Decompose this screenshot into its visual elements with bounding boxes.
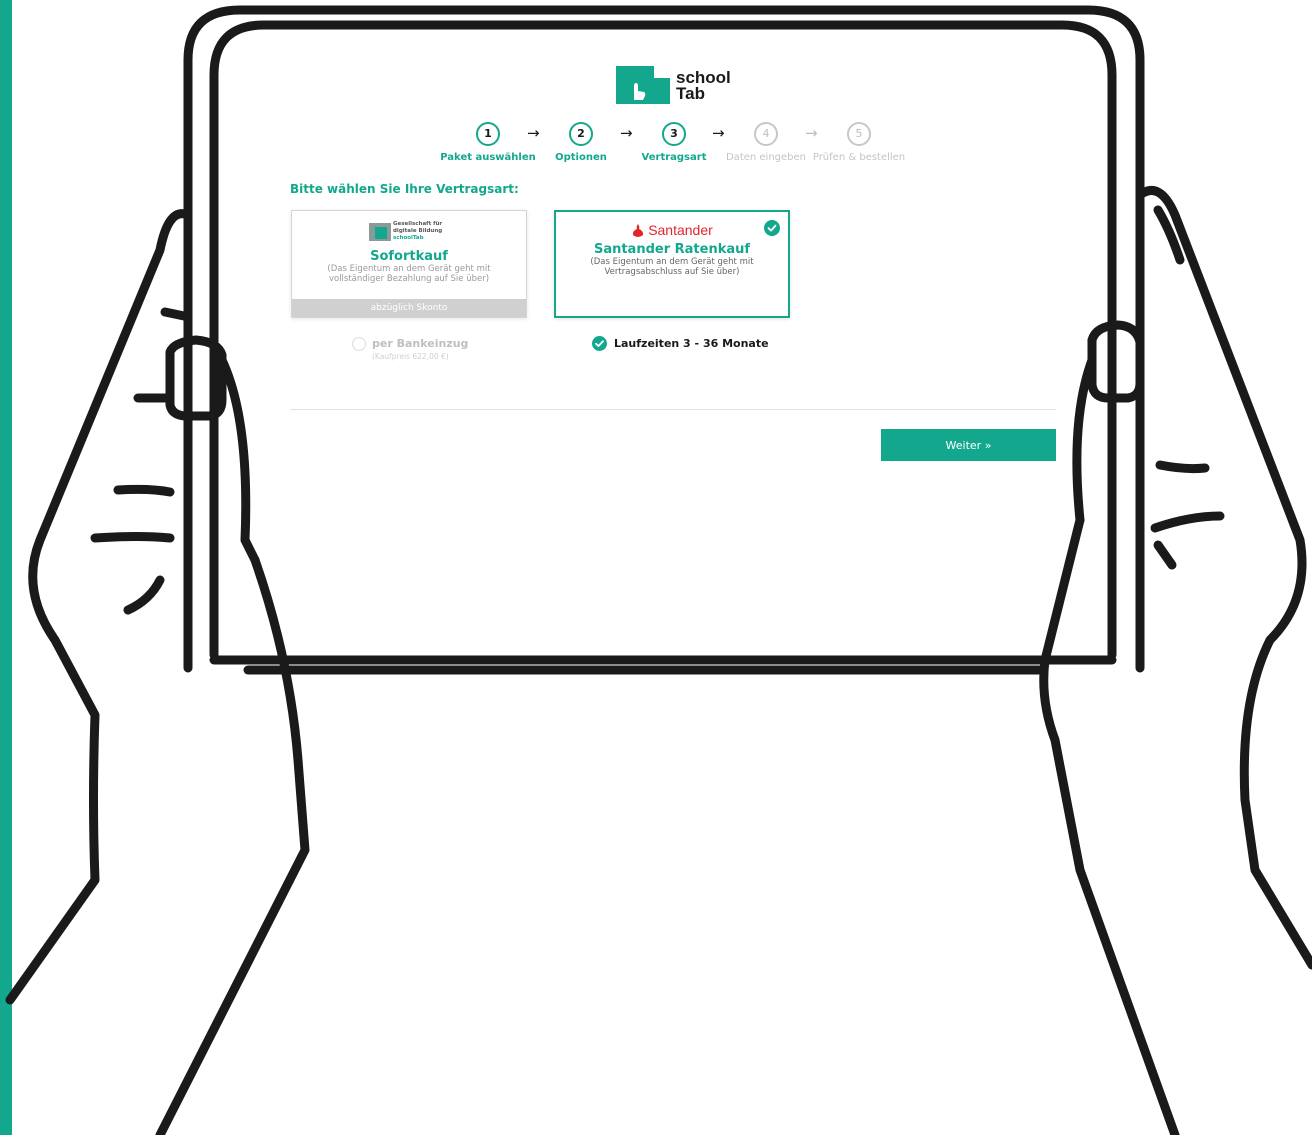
gdb-logo-line: schoolTab [393,235,424,241]
schooltab-logo-icon [616,66,670,104]
card-title: Santander Ratenkauf [593,242,751,257]
step-pruefen-bestellen: 5 Prüfen & bestellen [804,122,914,163]
card-title: Sofortkauf [370,249,448,264]
left-hand-outline [5,209,190,1005]
bankeinzug-label: per Bankeinzug [372,337,469,350]
laufzeiten-check-icon[interactable] [592,336,607,351]
step-label: Prüfen & bestellen [812,152,906,163]
left-finger-4 [90,532,175,543]
selected-check-icon [764,220,780,236]
card-description: (Das Eigentum an dem Gerät geht mit voll… [327,264,491,284]
santander-ratenkauf-card[interactable]: Santander Santander Ratenkauf (Das Eigen… [554,210,790,318]
bankeinzug-radio[interactable] [352,337,366,351]
gdb-logo: Gesellschaft für digitale Bildung school… [369,221,449,247]
card-description: (Das Eigentum an dem Gerät geht mit Vert… [590,257,754,277]
left-finger-3 [113,484,175,497]
santander-brand-text: Santander [648,222,713,238]
laufzeiten-label: Laufzeiten 3 - 36 Monate [614,337,769,350]
left-finger-5 [123,575,165,615]
right-finger-2 [1155,460,1210,474]
right-finger-4 [1153,540,1177,570]
bankeinzug-price: (Kaufpreis 622,00 €) [372,352,449,361]
step-number: 2 [569,122,593,146]
santander-flame-icon [633,224,644,237]
step-number: 4 [754,122,778,146]
section-divider [290,409,1056,410]
right-finger-3 [1150,511,1225,533]
step-number: 5 [847,122,871,146]
gdb-logo-line: Gesellschaft für [393,221,443,227]
step-number: 3 [662,122,686,146]
right-hand-outline [1135,186,1312,970]
santander-logo: Santander [556,222,788,240]
skonto-badge: abzüglich Skonto [292,299,526,317]
tablet-screen: school Tab 1 Paket auswählen → 2 Optione… [230,30,1096,650]
weiter-button[interactable]: Weiter » [881,429,1056,461]
gdb-logo-line: digitale Bildung [393,228,443,234]
logo-line-tab: Tab [676,84,705,103]
contract-type-heading: Bitte wählen Sie Ihre Vertragsart: [290,182,519,196]
schooltab-logo-text: school Tab [676,69,731,103]
left-finger-1 [160,307,189,321]
sofortkauf-card[interactable]: Gesellschaft für digitale Bildung school… [291,210,527,318]
step-number: 1 [476,122,500,146]
